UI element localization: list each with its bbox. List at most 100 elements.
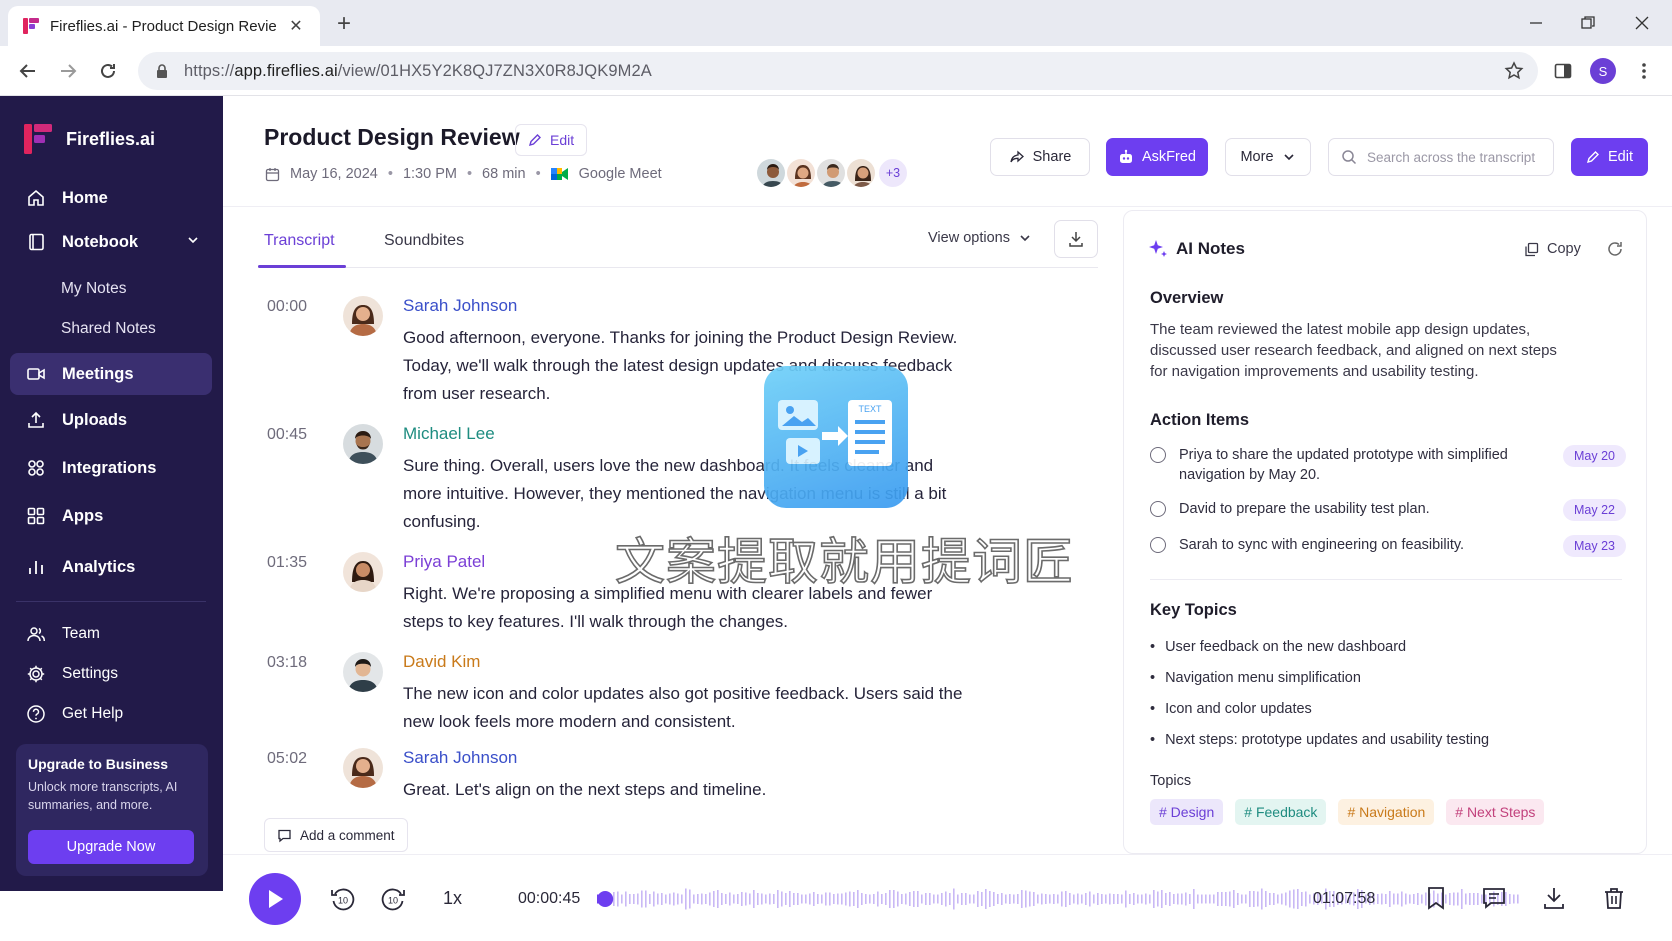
forward-arrow-icon[interactable] [54, 57, 82, 85]
speaker-name[interactable]: Michael Lee [403, 424, 495, 444]
waveform-bar [945, 891, 947, 907]
calendar-icon [265, 167, 280, 181]
waveform-bar [1245, 894, 1247, 904]
timestamp[interactable]: 01:35 [267, 554, 307, 572]
nav-home[interactable]: Home [10, 177, 212, 219]
refresh-icon[interactable] [1606, 240, 1624, 258]
back-arrow-icon[interactable] [14, 57, 42, 85]
transcript-entry[interactable]: 03:18 David Kim The new icon and color u… [258, 652, 1038, 736]
topic-chip-navigation[interactable]: # Navigation [1338, 799, 1435, 825]
nav-shared-notes[interactable]: Shared Notes [61, 320, 156, 338]
chevron-down-icon[interactable] [186, 233, 200, 247]
bookmark-star-icon[interactable] [1504, 61, 1524, 81]
play-button[interactable] [249, 873, 301, 925]
transcript-search[interactable] [1328, 138, 1554, 176]
browser-tab[interactable]: Fireflies.ai - Product Design Review ✕ [8, 6, 320, 46]
nav-uploads[interactable]: Uploads [10, 399, 212, 441]
playback-speed-button[interactable]: 1x [443, 888, 462, 909]
speaker-name[interactable]: Sarah Johnson [403, 748, 517, 768]
bookmark-button[interactable] [1423, 885, 1449, 911]
tab-transcript[interactable]: Transcript [264, 232, 335, 250]
waveform-bar [1137, 894, 1139, 904]
askfred-button[interactable]: AskFred [1106, 138, 1208, 176]
upgrade-now-button[interactable]: Upgrade Now [28, 830, 194, 864]
more-participants-badge[interactable]: +3 [877, 157, 909, 189]
close-window-icon[interactable] [1620, 8, 1664, 38]
action-checkbox[interactable] [1150, 501, 1166, 517]
copy-notes-button[interactable]: Copy [1524, 241, 1581, 257]
more-dropdown[interactable]: More [1225, 138, 1311, 176]
timestamp[interactable]: 00:45 [267, 426, 307, 444]
nav-integrations[interactable]: Integrations [10, 447, 212, 489]
view-options-dropdown[interactable]: View options [928, 230, 1032, 246]
minimize-icon[interactable] [1514, 8, 1558, 38]
waveform-bar [1297, 889, 1299, 909]
skip-back-button[interactable]: 10 [329, 885, 357, 913]
url-field[interactable]: https://app.fireflies.ai/view/01HX5Y2K8Q… [138, 52, 1538, 90]
nav-meetings[interactable]: Meetings [10, 353, 212, 395]
action-item[interactable]: Priya to share the updated prototype wit… [1150, 445, 1626, 487]
nav-my-notes[interactable]: My Notes [61, 280, 126, 298]
nav-apps[interactable]: Apps [10, 495, 212, 537]
transcript-entry[interactable]: 05:02 Sarah Johnson Great. Let's align o… [258, 748, 1038, 804]
waveform-bar [969, 894, 971, 904]
speaker-name[interactable]: Priya Patel [403, 552, 485, 572]
waveform-bar [1089, 891, 1091, 907]
action-checkbox[interactable] [1150, 447, 1166, 463]
timestamp[interactable]: 05:02 [267, 750, 307, 768]
search-input[interactable] [1367, 149, 1547, 165]
reload-icon[interactable] [94, 57, 122, 85]
transcript-entry[interactable]: 00:45 Michael Lee Sure thing. Overall, u… [258, 424, 1038, 536]
new-tab-icon[interactable]: + [330, 10, 358, 38]
nav-team[interactable]: Team [10, 616, 212, 652]
download-transcript-button[interactable] [1054, 220, 1098, 258]
topic-chip-feedback[interactable]: # Feedback [1235, 799, 1327, 825]
share-button[interactable]: Share [990, 138, 1090, 176]
waveform-bar [837, 893, 839, 905]
nav-analytics[interactable]: Analytics [10, 546, 212, 588]
timestamp[interactable]: 00:00 [267, 298, 307, 316]
browser-profile-avatar[interactable]: S [1590, 58, 1616, 84]
play-icon [269, 890, 283, 908]
meeting-date: May 16, 2024 [290, 166, 378, 182]
participant-avatars[interactable]: +3 [755, 157, 909, 189]
waveform-bar [1205, 894, 1207, 904]
brand[interactable]: Fireflies.ai [24, 124, 155, 154]
waveform-bar [1409, 894, 1411, 904]
close-tab-icon[interactable]: ✕ [286, 16, 306, 36]
comments-button[interactable] [1481, 885, 1507, 911]
total-time: 01:07:58 [1313, 890, 1376, 907]
waveform-scrubber[interactable] [595, 877, 1519, 921]
waveform-bar [1197, 894, 1199, 904]
browser-menu-icon[interactable] [1630, 57, 1658, 85]
nav-get-help[interactable]: Get Help [10, 696, 212, 732]
timestamp[interactable]: 03:18 [267, 654, 307, 672]
nav-settings[interactable]: Settings [10, 656, 212, 692]
action-item[interactable]: David to prepare the usability test plan… [1150, 499, 1626, 523]
topic-chip-design[interactable]: # Design [1150, 799, 1224, 825]
waveform-bar [613, 892, 615, 906]
add-comment-button[interactable]: Add a comment [264, 818, 408, 852]
speaker-name[interactable]: David Kim [403, 652, 480, 672]
restore-icon[interactable] [1566, 8, 1610, 38]
skip-forward-button[interactable]: 10 [379, 885, 407, 913]
action-item[interactable]: Sarah to sync with engineering on feasib… [1150, 535, 1626, 559]
waveform-bar [721, 893, 723, 905]
action-checkbox[interactable] [1150, 537, 1166, 553]
nav-notebook[interactable]: Notebook [10, 221, 212, 263]
watermark-text: 文案提取就用提词匠 [614, 532, 1074, 592]
waveform-bar [813, 892, 815, 906]
topic-chip-next-steps[interactable]: # Next Steps [1446, 799, 1545, 825]
edit-title-button[interactable]: Edit [515, 124, 588, 156]
transcript-entry[interactable]: 00:00 Sarah Johnson Good afternoon, ever… [258, 296, 1038, 408]
tab-soundbites[interactable]: Soundbites [384, 232, 464, 250]
delete-button[interactable] [1601, 885, 1627, 911]
speaker-name[interactable]: Sarah Johnson [403, 296, 517, 316]
waveform-bar [885, 893, 887, 905]
download-audio-button[interactable] [1541, 885, 1567, 911]
key-topic-item: Navigation menu simplification [1150, 670, 1361, 686]
side-panel-icon[interactable] [1549, 57, 1577, 85]
scrubber-thumb[interactable] [597, 891, 614, 907]
edit-button[interactable]: Edit [1571, 138, 1648, 176]
action-text: Sarah to sync with engineering on feasib… [1179, 537, 1465, 553]
